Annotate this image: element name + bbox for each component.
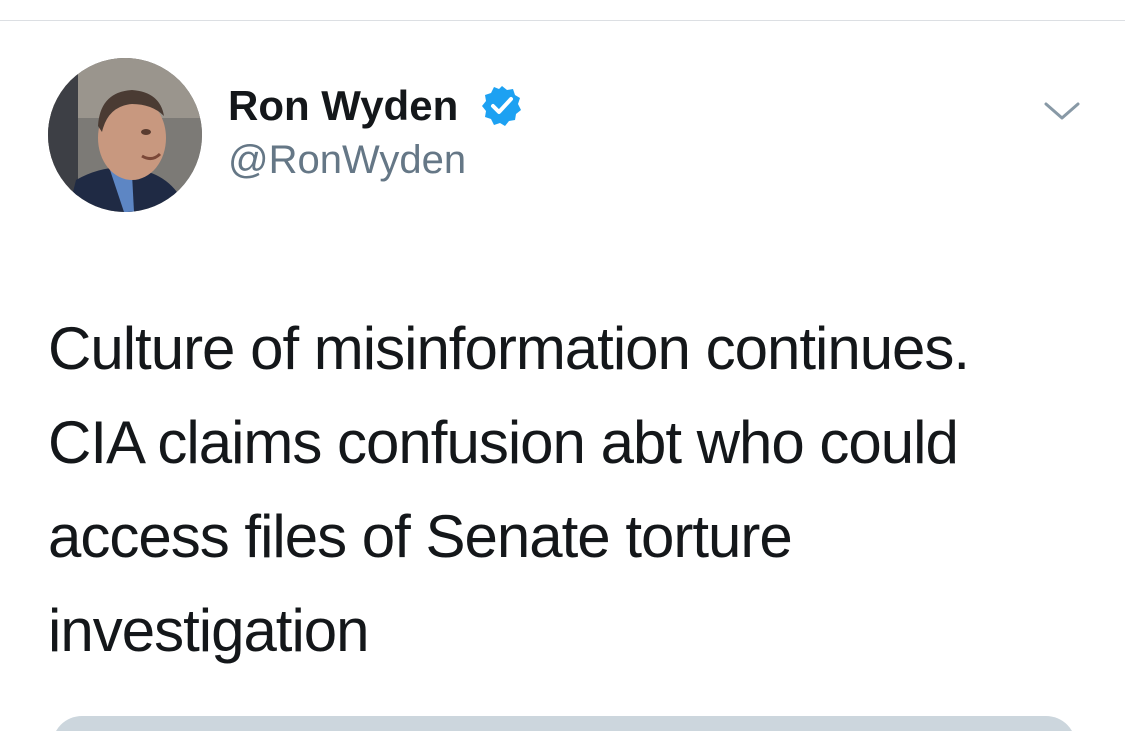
tweet-text: Culture of misinformation continues. CIA… — [48, 302, 1088, 678]
tweet-view: Ron Wyden @RonWyden Culture of misinform… — [0, 0, 1125, 731]
tweet-text-line: CIA claims confusion abt who could — [48, 409, 959, 476]
top-divider — [0, 20, 1125, 21]
link-card-preview[interactable] — [52, 716, 1076, 731]
tweet-text-line: Culture of misinformation continues. — [48, 315, 970, 382]
author-handle[interactable]: @RonWyden — [228, 138, 466, 183]
avatar-photo — [48, 58, 202, 212]
tweet-text-line: access files of Senate torture — [48, 503, 793, 570]
avatar[interactable] — [48, 58, 202, 212]
verified-badge-icon — [482, 86, 521, 126]
tweet-text-line: investigation — [48, 597, 370, 664]
display-name[interactable]: Ron Wyden — [228, 82, 458, 130]
chevron-down-icon[interactable] — [1042, 96, 1082, 126]
